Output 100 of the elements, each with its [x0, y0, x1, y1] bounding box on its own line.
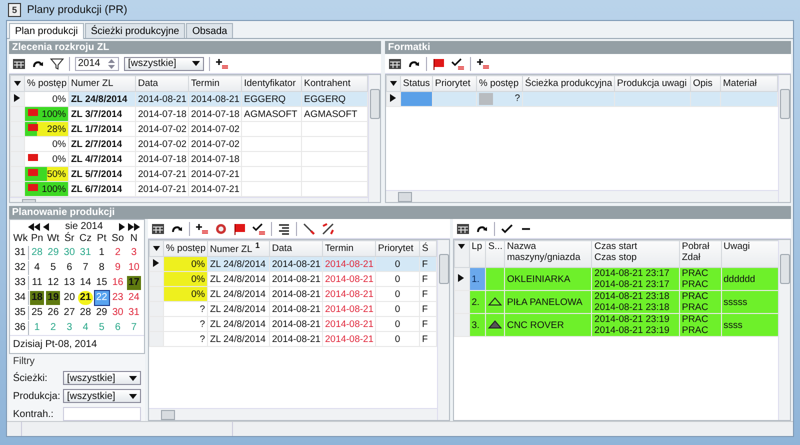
column-header[interactable]: Czas start	[594, 242, 677, 252]
calendar-day[interactable]: 24	[126, 291, 141, 305]
calendar-day[interactable]: 8	[94, 261, 109, 275]
calendar-day[interactable]: 4	[30, 261, 44, 275]
calendar-day[interactable]: 16	[110, 276, 125, 290]
calendar-day[interactable]: 10	[126, 261, 141, 275]
horizontal-scrollbar[interactable]	[10, 197, 368, 202]
column-header[interactable]: Nazwa	[506, 242, 590, 252]
next-year-icon[interactable]	[128, 222, 140, 230]
flag-icon[interactable]	[233, 222, 247, 236]
calendar-day[interactable]: 2	[110, 246, 125, 260]
column-header[interactable]: Numer ZL $^{1}$	[208, 240, 270, 256]
table-row[interactable]: 0% ZL 24/8/2014 2014-08-21 2014-08-21 0 F	[150, 256, 436, 272]
table-row[interactable]: 0% ZL 24/8/2014 2014-08-21 2014-08-21 0 F	[150, 272, 436, 286]
table-row[interactable]: ? ZL 24/8/2014 2014-08-21 2014-08-21 0 F	[150, 332, 436, 346]
calendar-day[interactable]: 3	[126, 246, 141, 260]
column-header[interactable]: Numer ZL	[68, 76, 136, 92]
vertical-scrollbar[interactable]	[778, 75, 790, 202]
calendar-day[interactable]: 30	[110, 306, 125, 320]
calendar-day[interactable]: 26	[46, 306, 60, 320]
grid-icon[interactable]	[456, 222, 470, 236]
next-month-icon[interactable]	[119, 222, 125, 230]
filter-dropdown[interactable]: [wszystkie]	[63, 389, 141, 403]
table-row[interactable]: ?	[386, 92, 778, 106]
tab[interactable]: Obsada	[186, 23, 234, 38]
table-row[interactable]: ? ZL 24/8/2014 2014-08-21 2014-08-21 0 F	[150, 316, 436, 332]
calendar-day[interactable]: 7	[78, 261, 93, 275]
table-row[interactable]: 0% ZL 2/7/2014 2014-07-02 2014-07-02	[10, 136, 368, 152]
filter-icon[interactable]	[50, 56, 64, 70]
input-field[interactable]	[63, 407, 141, 421]
column-header[interactable]: Data	[136, 76, 188, 92]
calendar-day[interactable]: 28	[78, 306, 93, 320]
calendar-day[interactable]: 21	[78, 291, 93, 305]
check-icon[interactable]	[451, 56, 465, 70]
grid-icon[interactable]	[388, 56, 402, 70]
calendar-day[interactable]: 20	[62, 291, 76, 305]
column-header[interactable]: Identyfikator	[242, 76, 302, 92]
calendar-day[interactable]: 5	[46, 261, 60, 275]
filter-dropdown[interactable]: [wszystkie]	[124, 56, 204, 70]
previous-year-icon[interactable]	[28, 222, 40, 230]
column-header[interactable]: Opis	[690, 76, 720, 92]
calendar-day[interactable]: 11	[30, 276, 44, 290]
column-header[interactable]: Zdał	[682, 252, 718, 263]
column-chooser[interactable]	[386, 76, 400, 92]
calendar-day[interactable]: 25	[30, 306, 44, 320]
calendar-day[interactable]: 29	[94, 306, 109, 320]
add-row-icon[interactable]	[195, 222, 209, 236]
calendar-day[interactable]: 1	[94, 246, 109, 260]
tab[interactable]: Plan produkcji	[9, 23, 84, 39]
calendar-day[interactable]: 18	[30, 291, 44, 305]
column-header[interactable]: Termin	[188, 76, 242, 92]
add-row-icon[interactable]	[476, 56, 490, 70]
column-header[interactable]: % postęp	[164, 240, 208, 256]
list-icon[interactable]	[277, 222, 291, 236]
column-header[interactable]: Ścieżka produkcyjna	[522, 76, 614, 92]
table-row[interactable]: 1. OKLEINIARKA 2014-08-21 23:17 2014-08-21 23:17 PRAC PRAC dddddd	[454, 268, 778, 290]
calendar-day[interactable]: 17	[126, 276, 141, 290]
column-header[interactable]: Czas stop	[594, 252, 677, 263]
calendar-day[interactable]: 14	[78, 276, 93, 290]
horizontal-scrollbar[interactable]	[149, 408, 437, 420]
check-icon[interactable]	[252, 222, 266, 236]
column-header[interactable]: Kontrahent	[302, 76, 368, 92]
table-row[interactable]: ? ZL 24/8/2014 2014-08-21 2014-08-21 0 F	[150, 302, 436, 316]
column-header[interactable]: maszyny/gniazda	[506, 252, 590, 263]
table-row[interactable]: 100% ZL 3/7/2014 2014-07-18 2014-07-18 AGMASOFT AGMASOFT	[10, 106, 368, 122]
flag-icon[interactable]	[432, 56, 446, 70]
previous-month-icon[interactable]	[43, 222, 49, 230]
table-row[interactable]: 2. PIŁA PANELOWA 2014-08-21 23:18 2014-08-21 23:18 PRAC PRAC sssss	[454, 290, 778, 314]
column-header[interactable]: % postęp	[476, 76, 522, 92]
add-row-icon[interactable]	[215, 56, 229, 70]
calendar-day[interactable]: 12	[46, 276, 60, 290]
column-header[interactable]: Priorytet	[376, 240, 420, 256]
grid-icon[interactable]	[12, 56, 26, 70]
table-row[interactable]: 28% ZL 1/7/2014 2014-07-02 2014-07-02	[10, 122, 368, 136]
calendar-day[interactable]: 23	[110, 291, 125, 305]
table-row[interactable]: 50% ZL 5/7/2014 2014-07-21 2014-07-21	[10, 166, 368, 182]
filter-dropdown[interactable]: [wszystkie]	[63, 371, 141, 385]
calendar-day[interactable]: 19	[46, 291, 60, 305]
column-header[interactable]: Termin	[322, 240, 376, 256]
column-header[interactable]: Priorytet	[432, 76, 476, 92]
calendar-day[interactable]: 27	[62, 306, 76, 320]
column-chooser[interactable]	[150, 240, 164, 256]
check-icon[interactable]	[500, 222, 514, 236]
calendar-day[interactable]: 9	[110, 261, 125, 275]
vertical-scrollbar[interactable]	[368, 75, 380, 202]
table-row[interactable]: 0% ZL 24/8/2014 2014-08-21 2014-08-21 EGGERQ EGGERQ	[10, 92, 368, 106]
wand-icon[interactable]	[302, 222, 316, 236]
grid-icon[interactable]	[151, 222, 165, 236]
horizontal-scrollbar[interactable]	[386, 190, 778, 202]
calendar-day[interactable]: 31	[126, 306, 141, 320]
column-header[interactable]: Data	[270, 240, 322, 256]
column-header[interactable]: Ś	[420, 240, 436, 256]
column-chooser[interactable]	[10, 76, 24, 92]
calendar-day[interactable]: 15	[94, 276, 109, 290]
column-header[interactable]: Produkcja uwagi	[614, 76, 690, 92]
vertical-scrollbar[interactable]	[437, 240, 449, 420]
table-row[interactable]: 3. CNC ROVER 2014-08-21 23:19 2014-08-21 23:19 PRAC PRAC ssss	[454, 314, 778, 336]
column-chooser[interactable]	[454, 240, 470, 268]
wand-cross-icon[interactable]	[321, 222, 335, 236]
vertical-scrollbar[interactable]	[778, 240, 790, 420]
